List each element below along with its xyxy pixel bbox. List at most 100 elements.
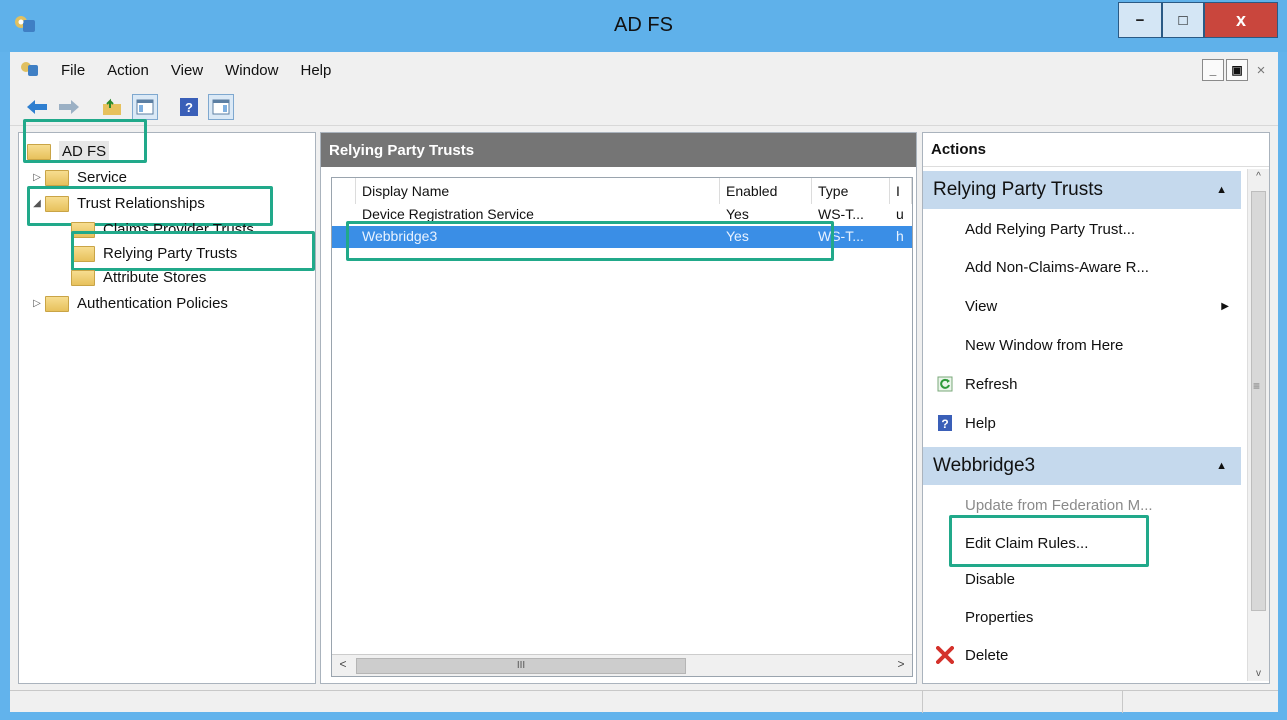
title-bar[interactable]: AD FS − □ x [0, 0, 1287, 52]
collapse-caret-icon[interactable]: ▲ [1216, 460, 1227, 472]
forward-arrow-icon [59, 99, 79, 114]
action-pane-icon [212, 99, 230, 114]
collapse-caret-icon[interactable]: ▲ [1216, 184, 1227, 196]
tree-item-relying-party-trusts[interactable]: Relying Party Trusts [71, 245, 237, 262]
menu-view[interactable]: View [160, 62, 214, 79]
action-view[interactable]: View ▶ [923, 288, 1241, 324]
column-header-identifier[interactable]: I [890, 178, 912, 204]
menu-bar: File Action View Window Help _ ▣ × [10, 52, 1278, 88]
console-tree-pane: AD FS ▷ Service ◢ Trust Relationships Cl… [18, 119, 316, 684]
app-window: AD FS − □ x File Action View Window Help… [0, 0, 1287, 720]
mdi-minimize-button[interactable]: _ [1202, 59, 1224, 81]
tree-item-adfs-root[interactable]: AD FS [27, 141, 110, 162]
relying-party-list[interactable]: Display Name Enabled Type I Device Regis… [331, 177, 913, 677]
show-hide-tree-button[interactable] [132, 93, 158, 120]
tree-item-label: Attribute Stores [103, 269, 207, 286]
mdi-controls: _ ▣ × [1202, 59, 1272, 81]
cell-identifier: u [896, 206, 904, 222]
help-icon: ? [935, 413, 955, 433]
status-segment [922, 691, 1122, 713]
folder-icon [71, 221, 95, 238]
cell-display-name: Device Registration Service [362, 206, 534, 222]
tree-item-claims-provider-trusts[interactable]: Claims Provider Trusts [71, 221, 254, 238]
action-label: Add Relying Party Trust... [965, 220, 1136, 238]
maximize-button[interactable]: □ [1162, 2, 1204, 38]
action-label: New Window from Here [965, 336, 1124, 354]
tree-item-label: AD FS [59, 141, 110, 162]
table-row-selected[interactable]: Webbridge3 Yes WS-T... h [332, 226, 912, 248]
scroll-down-icon[interactable]: v [1251, 668, 1266, 679]
mdi-close-button[interactable]: × [1250, 59, 1272, 81]
tree-item-label: Authentication Policies [77, 295, 228, 312]
scroll-left-icon[interactable]: < [334, 657, 352, 675]
collapse-icon[interactable]: ◢ [29, 198, 45, 209]
mdi-restore-button[interactable]: ▣ [1226, 59, 1248, 81]
tree-item-trust-relationships[interactable]: ◢ Trust Relationships [29, 195, 205, 212]
mmc-console-icon[interactable] [18, 60, 40, 80]
status-segment [1122, 691, 1278, 713]
action-label: View [965, 297, 998, 315]
scroll-up-icon[interactable]: ^ [1251, 171, 1266, 182]
help-toolbar-button[interactable]: ? [176, 94, 202, 120]
action-disable[interactable]: Disable [923, 561, 1241, 597]
tree-item-label: Trust Relationships [77, 195, 205, 212]
submenu-arrow-icon: ▶ [1221, 300, 1229, 312]
cell-enabled: Yes [726, 228, 749, 244]
folder-icon [71, 245, 95, 262]
tree-item-service[interactable]: ▷ Service [29, 169, 127, 186]
expand-icon[interactable]: ▷ [29, 298, 45, 309]
actions-section-webbridge3[interactable]: Webbridge3 ▲ [923, 447, 1241, 485]
folder-up-icon [103, 98, 121, 115]
actions-section-relying-party-trusts[interactable]: Relying Party Trusts ▲ [923, 171, 1241, 209]
back-button[interactable] [24, 94, 50, 120]
forward-button[interactable] [56, 94, 82, 120]
action-delete[interactable]: Delete [923, 637, 1241, 673]
column-header-type[interactable]: Type [812, 178, 890, 204]
cell-type: WS-T... [818, 228, 864, 244]
menu-file[interactable]: File [50, 62, 96, 79]
scroll-right-icon[interactable]: > [892, 657, 910, 675]
action-new-window-from-here[interactable]: New Window from Here [923, 327, 1241, 363]
results-pane-header: Relying Party Trusts [321, 133, 916, 167]
action-update-from-federation-metadata[interactable]: Update from Federation M... [923, 487, 1241, 523]
table-row[interactable]: Device Registration Service Yes WS-T... … [332, 204, 912, 226]
action-properties[interactable]: Properties [923, 599, 1241, 635]
action-help[interactable]: ? Help [923, 405, 1241, 441]
action-label: Help [965, 414, 996, 432]
action-edit-claim-rules[interactable]: Edit Claim Rules... [923, 525, 1241, 561]
column-header-display-name[interactable]: Display Name [356, 178, 720, 204]
up-level-button[interactable] [100, 94, 126, 120]
column-header-enabled[interactable]: Enabled [720, 178, 812, 204]
scroll-thumb[interactable]: III [356, 658, 686, 674]
section-title: Webbridge3 [933, 455, 1036, 476]
results-pane: Relying Party Trusts Display Name Enable… [320, 132, 917, 684]
scroll-grip-icon: ≡ [1253, 379, 1261, 393]
action-label: Properties [965, 608, 1034, 626]
tree-item-attribute-stores[interactable]: Attribute Stores [71, 269, 206, 286]
expand-icon[interactable]: ▷ [29, 172, 45, 183]
actions-vertical-scrollbar[interactable]: ^ ≡ v [1247, 169, 1269, 681]
action-label: Update from Federation M... [965, 496, 1153, 514]
back-arrow-icon [27, 99, 47, 114]
menu-help[interactable]: Help [289, 62, 342, 79]
client-area: File Action View Window Help _ ▣ × ? AD … [10, 52, 1278, 713]
console-tree-icon [136, 99, 154, 114]
refresh-icon [935, 374, 955, 394]
menu-action[interactable]: Action [96, 62, 160, 79]
action-refresh[interactable]: Refresh [923, 366, 1241, 402]
action-add-relying-party-trust[interactable]: Add Relying Party Trust... [923, 211, 1241, 247]
scroll-thumb[interactable] [1251, 191, 1266, 611]
folder-icon [45, 295, 69, 312]
close-button[interactable]: x [1204, 2, 1278, 38]
show-hide-action-pane-button[interactable] [208, 93, 234, 120]
status-bar [10, 690, 1278, 713]
action-add-non-claims-aware[interactable]: Add Non-Claims-Aware R... [923, 249, 1241, 285]
actions-pane-title: Actions [923, 133, 1269, 167]
tree-item-authentication-policies[interactable]: ▷ Authentication Policies [29, 295, 228, 312]
menu-window[interactable]: Window [214, 62, 289, 79]
minimize-button[interactable]: − [1118, 2, 1162, 38]
cell-type: WS-T... [818, 206, 864, 222]
cell-identifier: h [896, 228, 904, 244]
horizontal-scrollbar[interactable]: < III > [332, 654, 912, 676]
actions-pane: Actions Relying Party Trusts ▲ Add Relyi… [922, 132, 1270, 684]
